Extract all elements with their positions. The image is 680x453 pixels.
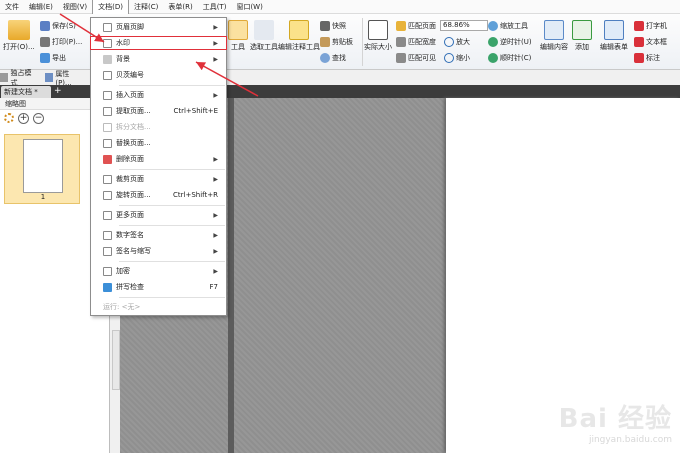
arrow-to-document-menu [59,13,105,43]
arrow-to-watermark [195,61,259,97]
annotation-arrows [59,13,259,97]
